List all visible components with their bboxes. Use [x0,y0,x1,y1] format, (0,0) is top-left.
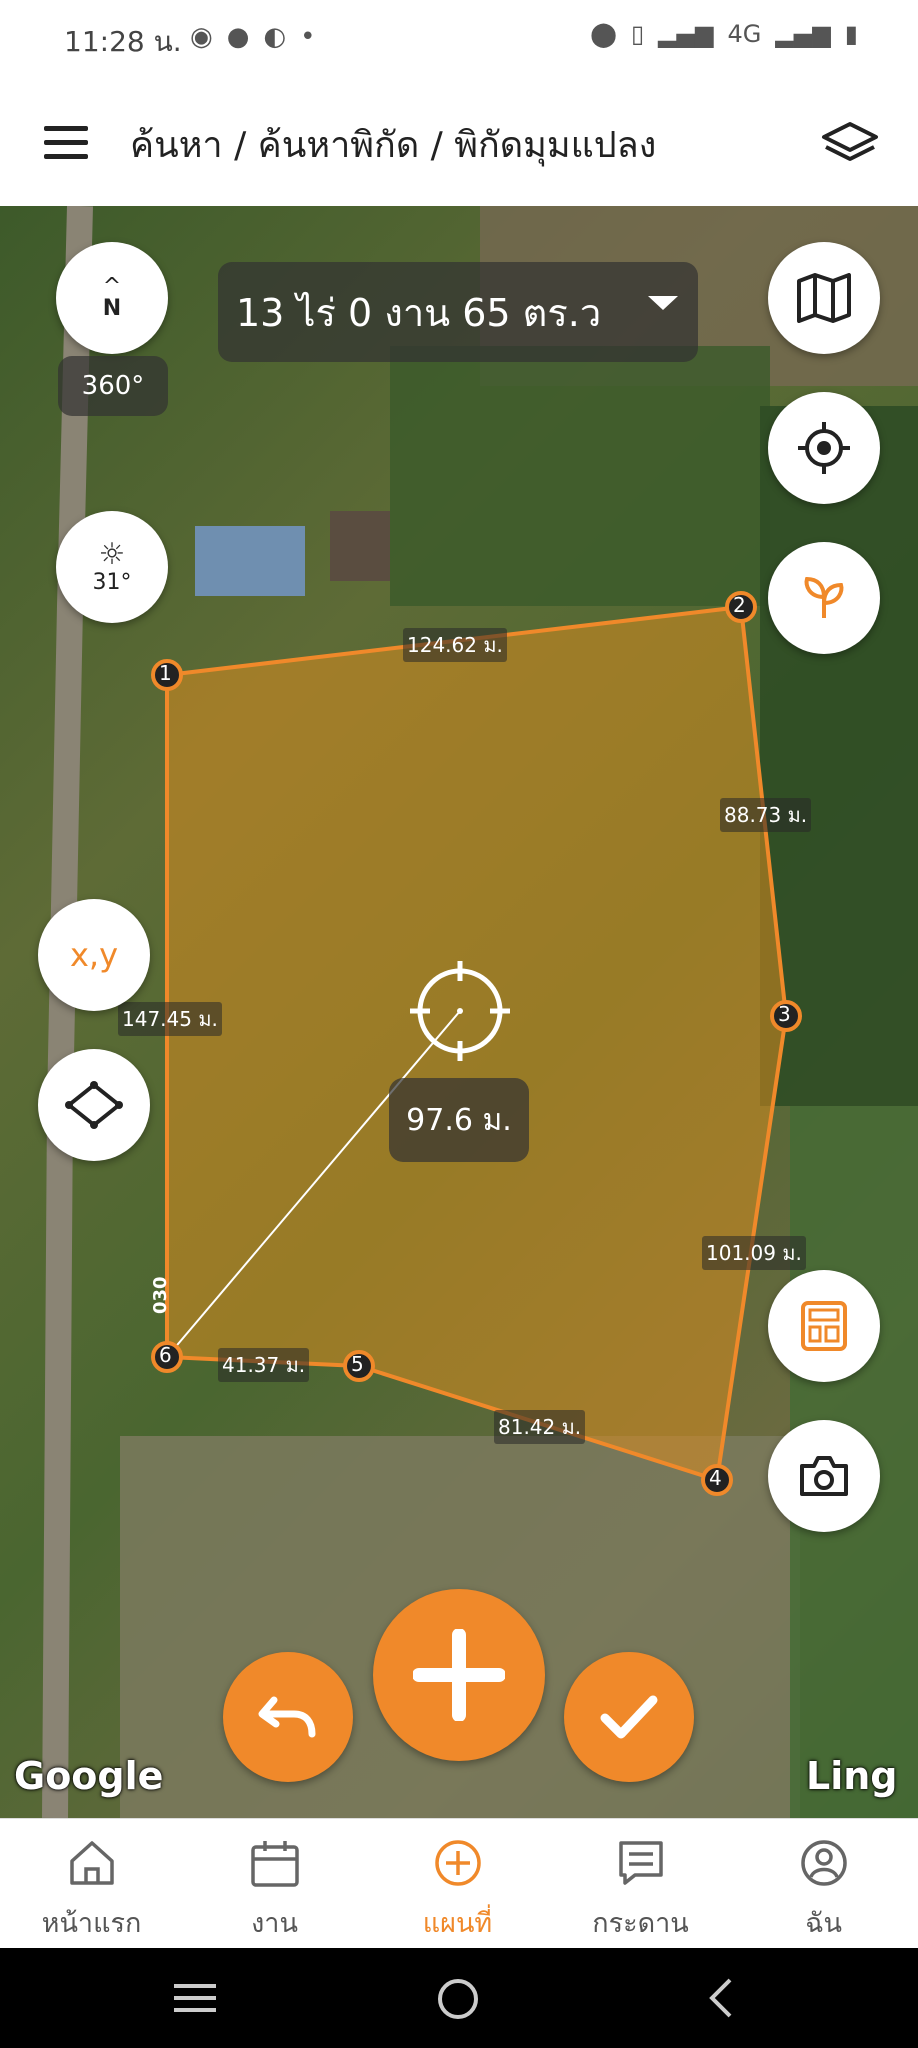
polygon-tool-button[interactable] [38,1049,150,1161]
map-icon [797,273,851,323]
sun-icon: ☼ [98,536,126,572]
distance-readout: 97.6 ม. [389,1078,529,1162]
nav-profile[interactable]: ฉัน [732,1819,915,1949]
back-icon[interactable] [704,1976,736,2020]
coordinate-label: x,y [69,936,119,974]
system-icons: ⬤ ▯ ▂▄▆ 4G ▂▄▆ ▮ [590,20,858,48]
edge-length-label: 81.42 ม. [494,1410,586,1444]
nav-label: กระดาน [592,1908,689,1939]
vibrate-icon: ▯ [630,20,645,48]
satellite-map[interactable]: 1 2 3 4 5 6 124.62 ม. 88.73 ม. 101.09 ม.… [0,206,918,1818]
polygon-icon [65,1081,123,1129]
nav-map[interactable]: แผนที่ [366,1819,549,1949]
system-navigation-bar [0,1948,918,2048]
messenger-icon: ◉ [190,22,213,52]
status-bar: 11:28 น. ◉ ● ◐ • ⬤ ▯ ▂▄▆ 4G ▂▄▆ ▮ [0,0,918,80]
nav-label: แผนที่ [422,1908,493,1939]
undo-button[interactable] [223,1652,353,1782]
compass-button[interactable]: ^ N [56,242,168,354]
signal-icon: ▂▄▆ [775,20,831,48]
calculator-button[interactable] [768,1270,880,1382]
menu-icon[interactable] [44,126,88,160]
edge-length-label: 124.62 ม. [403,628,507,662]
my-location-button[interactable] [768,392,880,504]
rotation-readout: 360° [58,356,168,416]
profile-icon [801,1840,847,1886]
edge-length-label: 88.73 ม. [720,798,812,832]
status-time: 11:28 น. [64,25,182,58]
layers-icon[interactable] [820,120,880,166]
compass-label: N [102,296,122,321]
battery-icon: ▮ [844,20,858,48]
coordinate-button[interactable]: x,y [38,899,150,1011]
target-icon [798,422,850,474]
nav-tasks[interactable]: งาน [183,1819,366,1949]
plus-icon [413,1629,505,1721]
vertex-label[interactable]: 4 [709,1466,722,1490]
vertex-label[interactable]: 6 [159,1343,172,1367]
ling-logo: Ling [806,1754,898,1798]
chat-icon: ● [226,22,250,52]
crop-button[interactable] [768,542,880,654]
confirm-button[interactable] [564,1652,694,1782]
vertex-label[interactable]: 1 [159,661,172,685]
network-type: 4G [727,20,762,48]
calculator-icon [801,1301,847,1351]
nav-label: ฉัน [805,1908,842,1939]
notification-icons: ◉ ● ◐ • [190,22,315,52]
more-dot-icon: • [300,22,316,52]
brightness-button[interactable]: ☼ 31° [56,511,168,623]
edge-length-label: 41.37 ม. [218,1348,310,1382]
camera-button[interactable] [768,1420,880,1532]
google-logo: Google [14,1754,164,1798]
location-icon: ⬤ [590,20,617,48]
map-type-button[interactable] [768,242,880,354]
chevron-down-icon [648,296,678,310]
side-text: 030 [150,1276,171,1314]
area-value: 13 ไร่ 0 งาน 65 ตร.ว [236,290,602,335]
check-icon [600,1695,658,1739]
nav-label: งาน [251,1908,298,1939]
signal-icon: ▂▄▆ [658,20,714,48]
app-header: ค้นหา / ค้นหาพิกัด / พิกัดมุมแปลง [0,80,918,206]
nav-label: หน้าแรก [41,1908,142,1939]
board-icon [619,1841,663,1885]
home-icon [70,1841,114,1885]
vertex-label[interactable]: 2 [733,593,746,617]
area-dropdown[interactable]: 13 ไร่ 0 งาน 65 ตร.ว [218,262,698,362]
camera-icon [800,1456,848,1496]
home-button-icon[interactable] [435,1976,481,2022]
calendar-icon [251,1841,299,1887]
vertex-label[interactable]: 5 [351,1352,364,1376]
add-point-button[interactable] [373,1589,545,1761]
edge-length-label: 101.09 ม. [702,1236,806,1270]
nav-board[interactable]: กระดาน [549,1819,732,1949]
vertex-label[interactable]: 3 [778,1002,791,1026]
north-arrow-icon: ^ [102,274,122,299]
plus-circle-icon [435,1840,481,1886]
sprout-icon [804,576,844,618]
breadcrumb: ค้นหา / ค้นหาพิกัด / พิกัดมุมแปลง [130,125,657,166]
nav-home[interactable]: หน้าแรก [0,1819,183,1949]
edge-length-label: 147.45 ม. [118,1002,222,1036]
compass-app-icon: ◐ [263,22,287,52]
brightness-value: 31° [92,569,132,595]
bottom-navigation: หน้าแรก งาน แผนที่ กระดาน ฉัน [0,1818,918,1949]
undo-icon [258,1696,316,1738]
recent-apps-icon[interactable] [170,1978,220,2018]
